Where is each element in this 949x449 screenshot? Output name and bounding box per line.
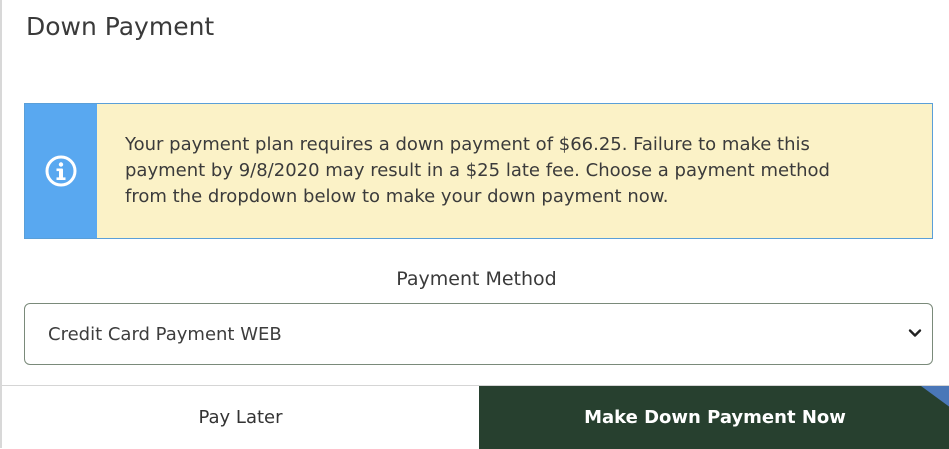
info-alert: Your payment plan requires a down paymen… [24, 103, 933, 239]
make-down-payment-button[interactable]: Make Down Payment Now [479, 386, 949, 449]
make-down-payment-label: Make Down Payment Now [584, 407, 846, 428]
payment-method-selected-value: Credit Card Payment WEB [48, 323, 282, 345]
payment-method-select[interactable]: Credit Card Payment WEB [24, 303, 933, 365]
info-circle-icon [45, 155, 77, 187]
chevron-down-icon [908, 329, 922, 337]
modal-footer: Pay Later Make Down Payment Now [2, 385, 949, 449]
pay-later-button[interactable]: Pay Later [2, 386, 479, 449]
alert-message: Your payment plan requires a down paymen… [97, 104, 932, 238]
payment-method-label: Payment Method [396, 268, 557, 290]
down-payment-modal: Down Payment Your payment plan requires … [0, 0, 949, 449]
modal-title: Down Payment [26, 12, 215, 41]
alert-icon-column [25, 104, 97, 238]
corner-fold-decoration [921, 386, 949, 407]
